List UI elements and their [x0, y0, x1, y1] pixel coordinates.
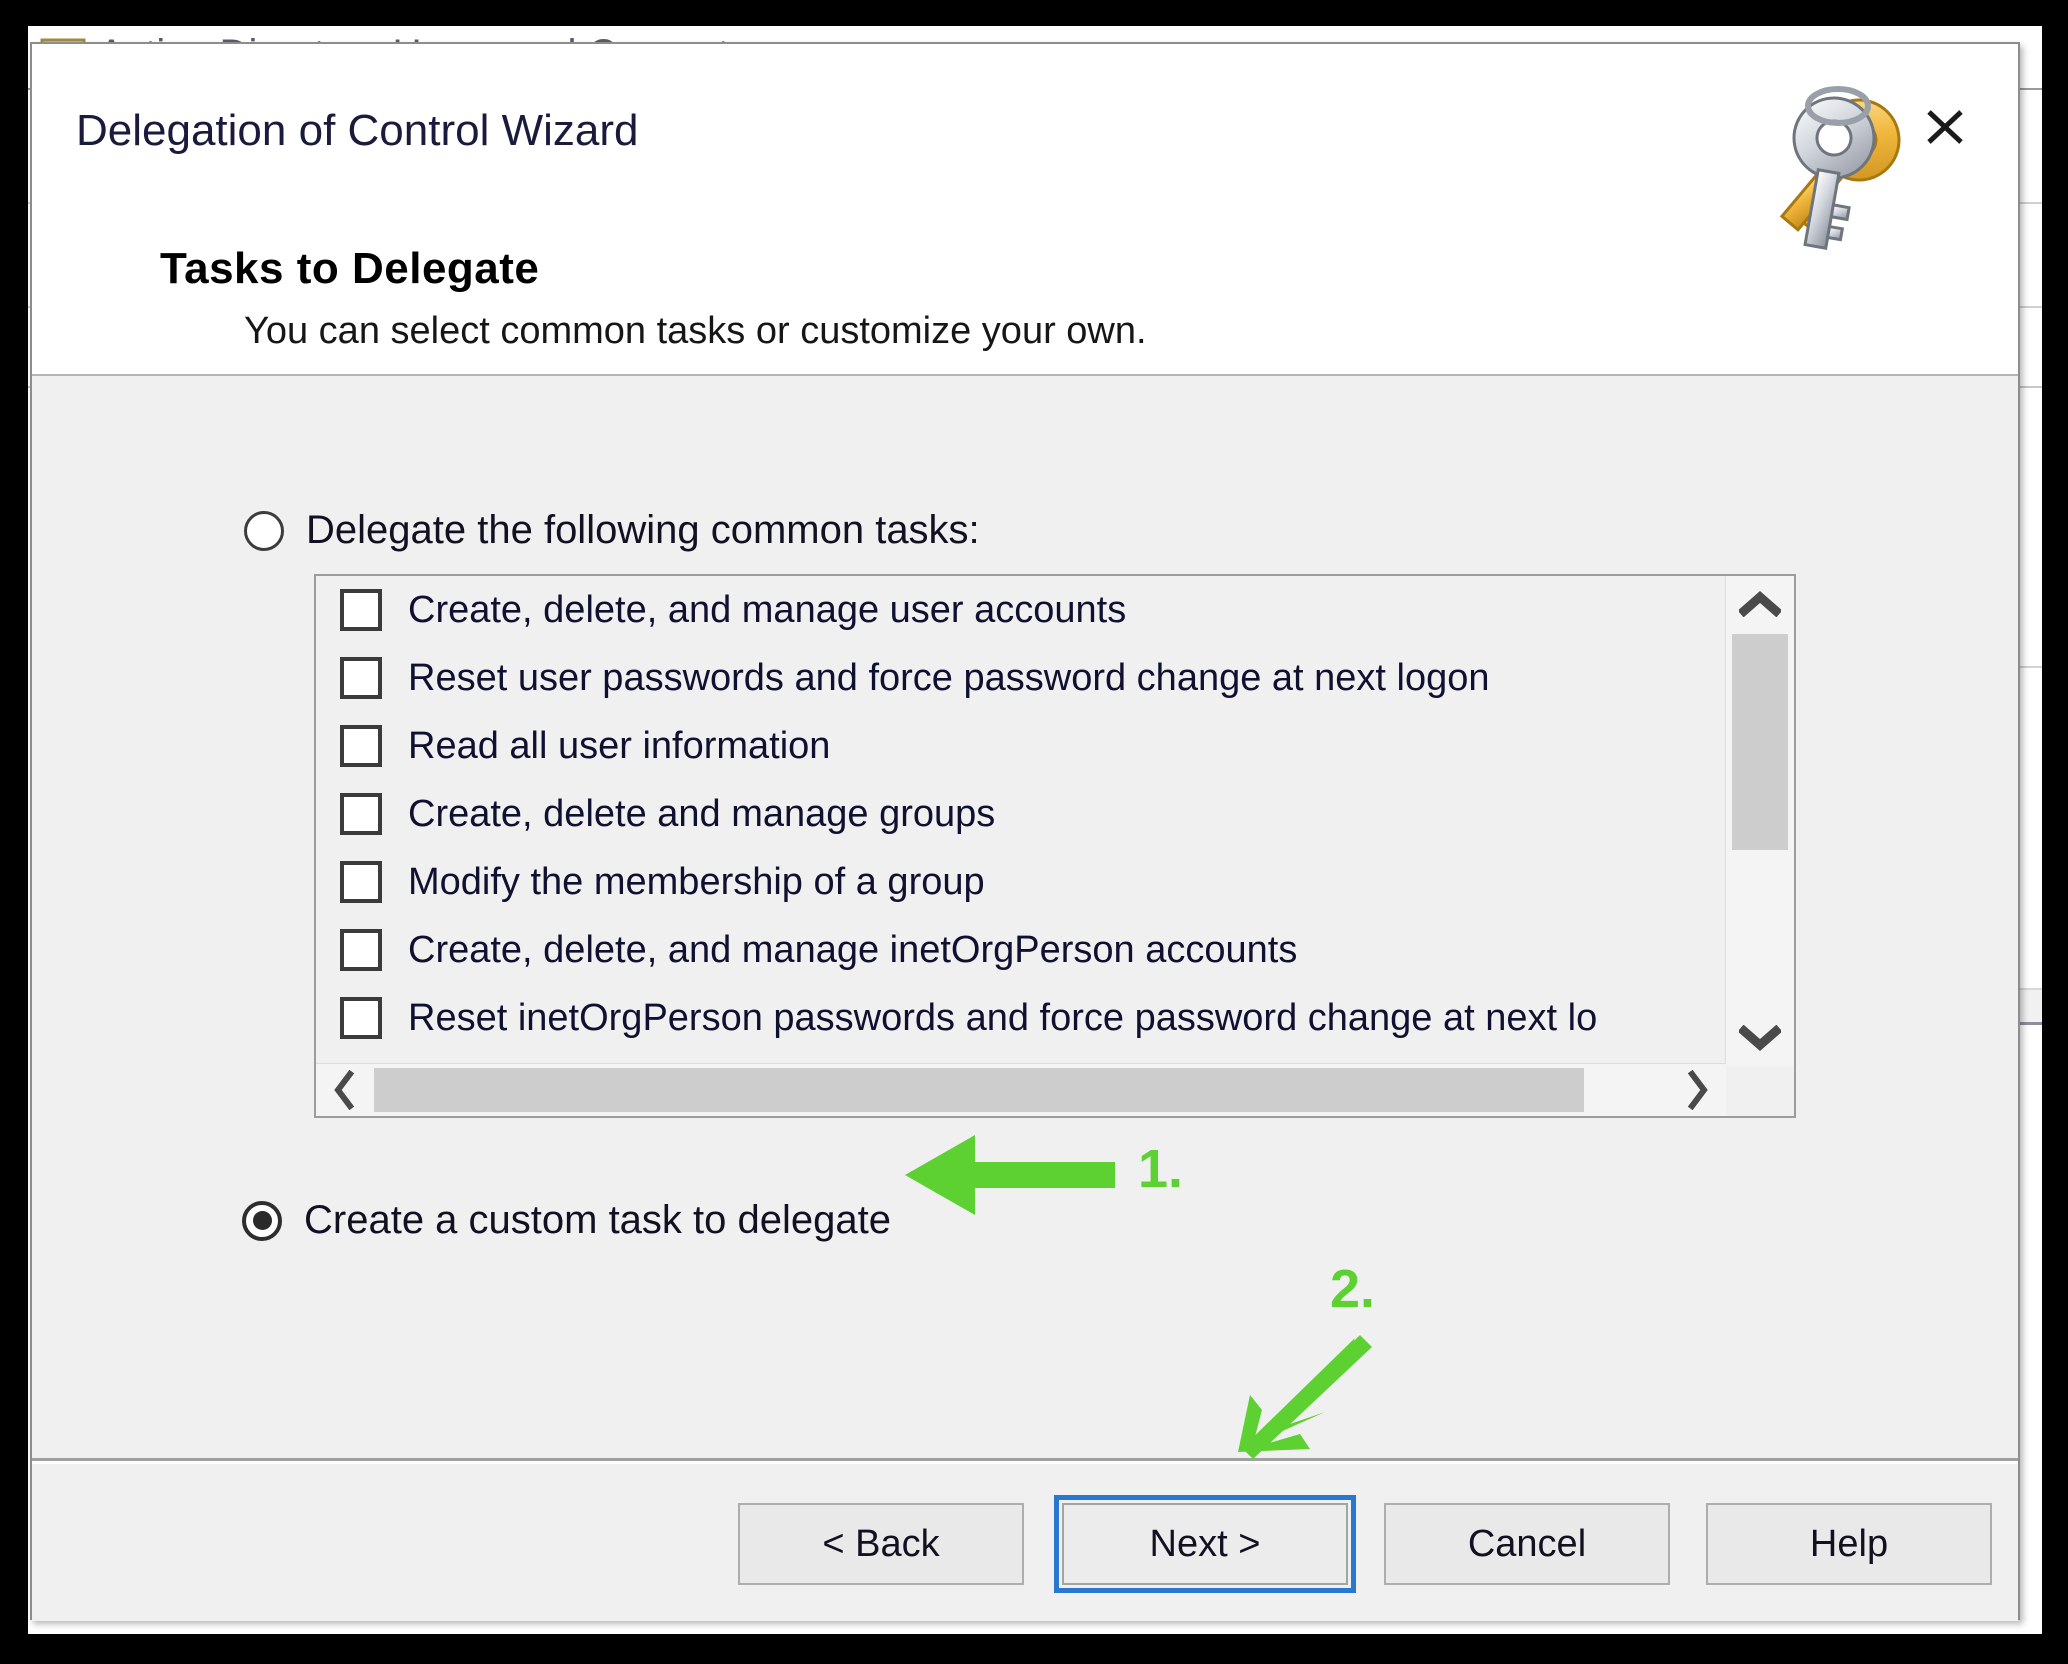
dialog-body: Delegate the following common tasks: Cre…	[32, 376, 2018, 1458]
dialog-footer: < Back Next > Cancel Help	[32, 1458, 2018, 1621]
task-list-item[interactable]: Create, delete, and manage user accounts	[316, 576, 1726, 644]
task-list-item[interactable]: Reset inetOrgPerson passwords and force …	[316, 984, 1726, 1052]
delegation-of-control-wizard-dialog: Delegation of Control Wizard Tasks to De…	[30, 42, 2020, 1621]
common-tasks-listbox[interactable]: Create, delete, and manage user accounts…	[314, 574, 1796, 1118]
task-label: Modify the membership of a group	[408, 860, 985, 903]
horizontal-scroll-thumb[interactable]	[374, 1068, 1584, 1112]
task-checkbox[interactable]	[340, 929, 382, 971]
task-checkbox[interactable]	[340, 861, 382, 903]
back-button[interactable]: < Back	[738, 1503, 1024, 1585]
chevron-down-icon[interactable]	[1726, 1010, 1794, 1066]
task-checkbox[interactable]	[340, 589, 382, 631]
next-button[interactable]: Next >	[1062, 1503, 1348, 1585]
dialog-header: Delegation of Control Wizard Tasks to De…	[32, 44, 2018, 376]
radio-label-common: Delegate the following common tasks:	[306, 508, 980, 552]
task-checkbox[interactable]	[340, 725, 382, 767]
task-label: Create, delete, and manage inetOrgPerson…	[408, 928, 1298, 971]
task-label: Create, delete and manage groups	[408, 792, 996, 835]
task-label: Create, delete, and manage user accounts	[408, 588, 1127, 631]
radio-dot	[252, 1211, 272, 1230]
chevron-right-icon[interactable]	[1670, 1064, 1726, 1116]
radio-indicator-custom[interactable]	[242, 1200, 282, 1241]
radio-indicator-common[interactable]	[244, 510, 284, 551]
list-horizontal-scrollbar[interactable]	[316, 1063, 1726, 1116]
task-checkbox[interactable]	[340, 997, 382, 1039]
vertical-scroll-thumb[interactable]	[1732, 634, 1788, 850]
task-list-item[interactable]: Create, delete and manage groups	[316, 780, 1726, 848]
task-list-item[interactable]: Reset user passwords and force password …	[316, 644, 1726, 712]
page-title: Tasks to Delegate	[160, 244, 540, 293]
help-button[interactable]: Help	[1706, 1503, 1992, 1585]
dialog-title: Delegation of Control Wizard	[76, 106, 639, 155]
list-vertical-scrollbar[interactable]	[1725, 576, 1794, 1066]
task-checkbox[interactable]	[340, 657, 382, 699]
keys-icon	[1764, 78, 1954, 258]
radio-label-custom: Create a custom task to delegate	[304, 1198, 891, 1242]
task-label: Reset inetOrgPerson passwords and force …	[408, 996, 1598, 1039]
radio-delegate-common-tasks[interactable]: Delegate the following common tasks:	[244, 508, 980, 553]
page-subtitle: You can select common tasks or customize…	[244, 310, 1147, 352]
task-list-item[interactable]: Create, delete, and manage inetOrgPerson…	[316, 916, 1726, 984]
task-checkbox[interactable]	[340, 793, 382, 835]
chevron-left-icon[interactable]	[316, 1064, 372, 1116]
task-list[interactable]: Create, delete, and manage user accounts…	[316, 576, 1726, 1066]
task-list-item[interactable]: Read all user information	[316, 712, 1726, 780]
chevron-up-icon[interactable]	[1726, 576, 1794, 632]
task-label: Reset user passwords and force password …	[408, 656, 1490, 699]
cancel-button[interactable]: Cancel	[1384, 1503, 1670, 1585]
radio-create-custom-task[interactable]: Create a custom task to delegate	[242, 1198, 891, 1243]
screenshot-root: Active Directory Users and Computers F ›…	[0, 0, 2068, 1664]
task-list-item[interactable]: Modify the membership of a group	[316, 848, 1726, 916]
task-label: Read all user information	[408, 724, 831, 767]
